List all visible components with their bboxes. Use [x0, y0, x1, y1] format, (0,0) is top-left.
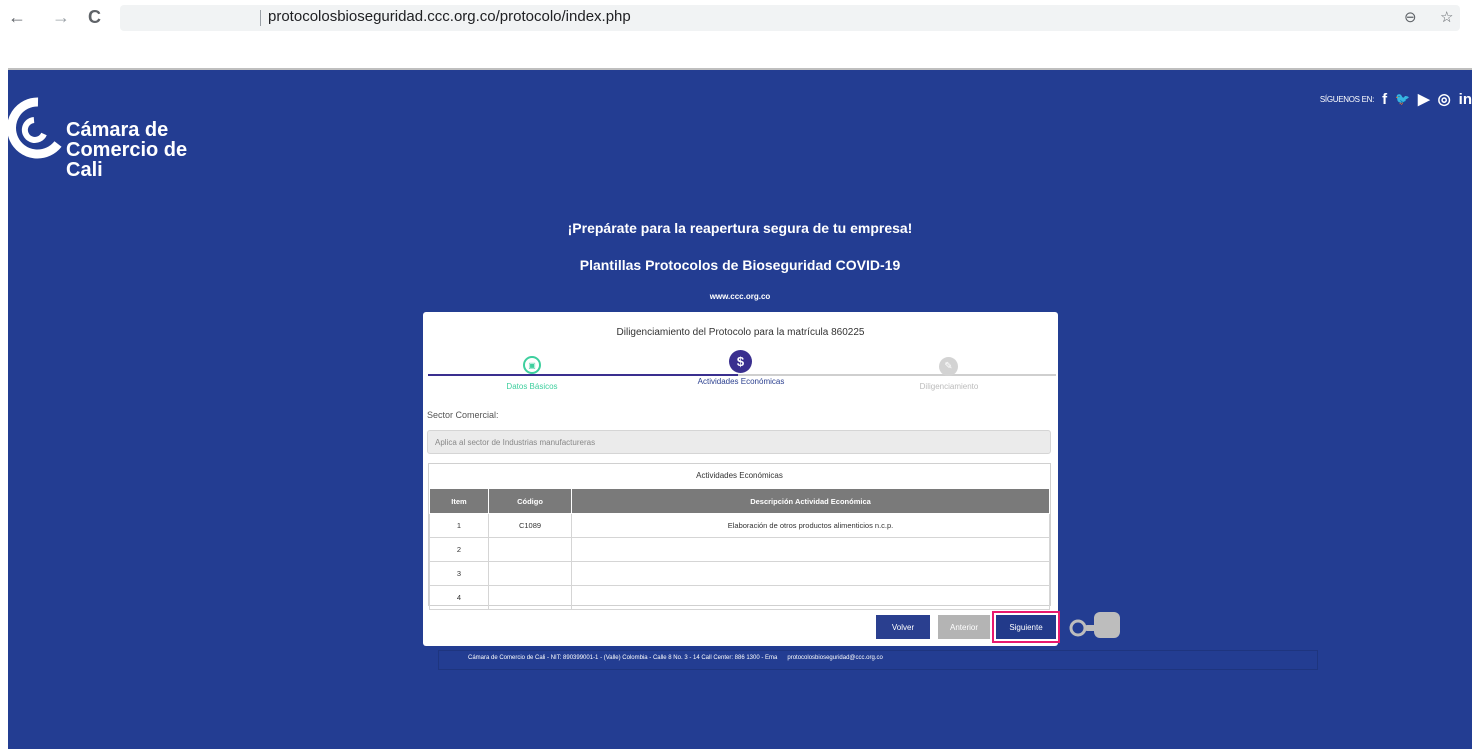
twitter-icon[interactable]: 🐦 — [1395, 92, 1410, 106]
forward-icon[interactable]: → — [52, 6, 70, 28]
col-item: Item — [429, 488, 489, 514]
sector-field[interactable]: Aplica al sector de Industrias manufactu… — [427, 430, 1051, 454]
step-label-datos-basicos: Datos Básicos — [506, 382, 558, 391]
step-datos-basicos[interactable]: ▣ — [523, 356, 541, 374]
site-link[interactable]: www.ccc.org.co — [8, 292, 1472, 301]
camara-logo-mark — [8, 97, 62, 159]
stepper-remaining-line — [738, 374, 1056, 376]
step-label-actividades: Actividades Económicas — [697, 377, 785, 386]
instagram-icon[interactable]: ◎ — [1438, 90, 1451, 108]
hero-title: ¡Prepárate para la reapertura segura de … — [567, 220, 913, 236]
pointing-hand-icon — [1069, 612, 1120, 638]
sector-value: Aplica al sector de Industrias manufactu… — [435, 438, 596, 447]
dollar-icon: $ — [736, 354, 745, 369]
page-body: Cámara de Comercio de Cali SÍGUENOS EN: … — [8, 70, 1472, 749]
table-row: 3 — [429, 561, 1050, 586]
activities-table-panel: Actividades Económicas Item Código Descr… — [428, 463, 1051, 610]
col-codigo: Código — [488, 488, 572, 514]
logo-line-1: Cámara de — [66, 119, 169, 141]
volver-button[interactable]: Volver — [876, 615, 930, 639]
page-top-strip — [8, 36, 1472, 70]
logo-line-2: Comercio de Cali — [66, 139, 188, 181]
back-icon[interactable]: ← — [8, 6, 26, 28]
address-url[interactable]: protocolosbioseguridad.ccc.org.co/protoc… — [268, 8, 631, 25]
cell-item: 2 — [429, 537, 489, 562]
table-row: 4 — [429, 585, 1050, 610]
activities-table: Item Código Descripción Actividad Económ… — [429, 488, 1050, 610]
protocol-card: Diligenciamiento del Protocolo para la m… — [423, 312, 1060, 646]
cell-codigo — [488, 585, 572, 610]
table-row: 2 — [429, 537, 1050, 562]
bookmark-star-icon[interactable]: ☆ — [1440, 8, 1453, 26]
hero-subtitle: Plantillas Protocolos de Bioseguridad CO… — [579, 257, 901, 273]
step-diligenciamiento[interactable]: ✎ — [939, 357, 958, 376]
footer-email-link[interactable]: protocolosbioseguridad@ccc.org.co — [787, 655, 882, 661]
step-label-diligenciamiento: Diligenciamiento — [919, 382, 979, 391]
social-label: SÍGUENOS EN: — [1319, 94, 1375, 104]
sector-label: Sector Comercial: — [427, 410, 499, 420]
address-divider — [260, 10, 261, 26]
logo-text: Cámara de Comercio de Cali — [66, 120, 228, 180]
cell-codigo — [488, 537, 572, 562]
cell-codigo: C1089 — [488, 513, 572, 538]
linkedin-icon[interactable]: in — [1459, 91, 1472, 108]
cell-descripcion — [571, 585, 1050, 610]
camara-logo[interactable]: Cámara de Comercio de Cali — [8, 96, 228, 180]
facebook-icon[interactable]: f — [1382, 91, 1387, 108]
table-caption: Actividades Económicas — [696, 471, 783, 480]
step-actividades-economicas[interactable]: $ — [729, 350, 752, 373]
card-title: Diligenciamiento del Protocolo para la m… — [616, 327, 865, 338]
siguiente-button[interactable]: Siguiente — [992, 611, 1060, 643]
footer-text: Cámara de Comercio de Cali - NIT: 890399… — [468, 655, 778, 661]
social-links: SÍGUENOS EN: f 🐦 ▶ ◎ in — [1319, 90, 1472, 109]
cell-codigo — [488, 561, 572, 586]
document-icon: ▣ — [528, 360, 536, 370]
youtube-icon[interactable]: ▶ — [1418, 90, 1430, 108]
col-descripcion: Descripción Actividad Económica — [571, 488, 1050, 514]
table-row: 1 C1089 Elaboración de otros productos a… — [429, 513, 1050, 538]
zoom-icon[interactable]: ⊖ — [1404, 8, 1417, 26]
cell-item: 4 — [429, 585, 489, 610]
table-header-row: Item Código Descripción Actividad Económ… — [429, 488, 1050, 514]
browser-toolbar: ← → C protocolosbioseguridad.ccc.org.co/… — [0, 0, 1472, 36]
address-bar[interactable]: protocolosbioseguridad.ccc.org.co/protoc… — [120, 5, 1460, 31]
pencil-icon: ✎ — [944, 361, 953, 372]
cell-item: 3 — [429, 561, 489, 586]
cell-item: 1 — [429, 513, 489, 538]
cell-descripcion — [571, 561, 1050, 586]
reload-icon[interactable]: C — [88, 6, 101, 28]
stepper-progress-line — [428, 374, 738, 376]
anterior-button[interactable]: Anterior — [938, 615, 990, 639]
cell-descripcion — [571, 537, 1050, 562]
footer: Cámara de Comercio de Cali - NIT: 890399… — [468, 655, 883, 661]
cell-descripcion: Elaboración de otros productos alimentic… — [571, 513, 1050, 538]
